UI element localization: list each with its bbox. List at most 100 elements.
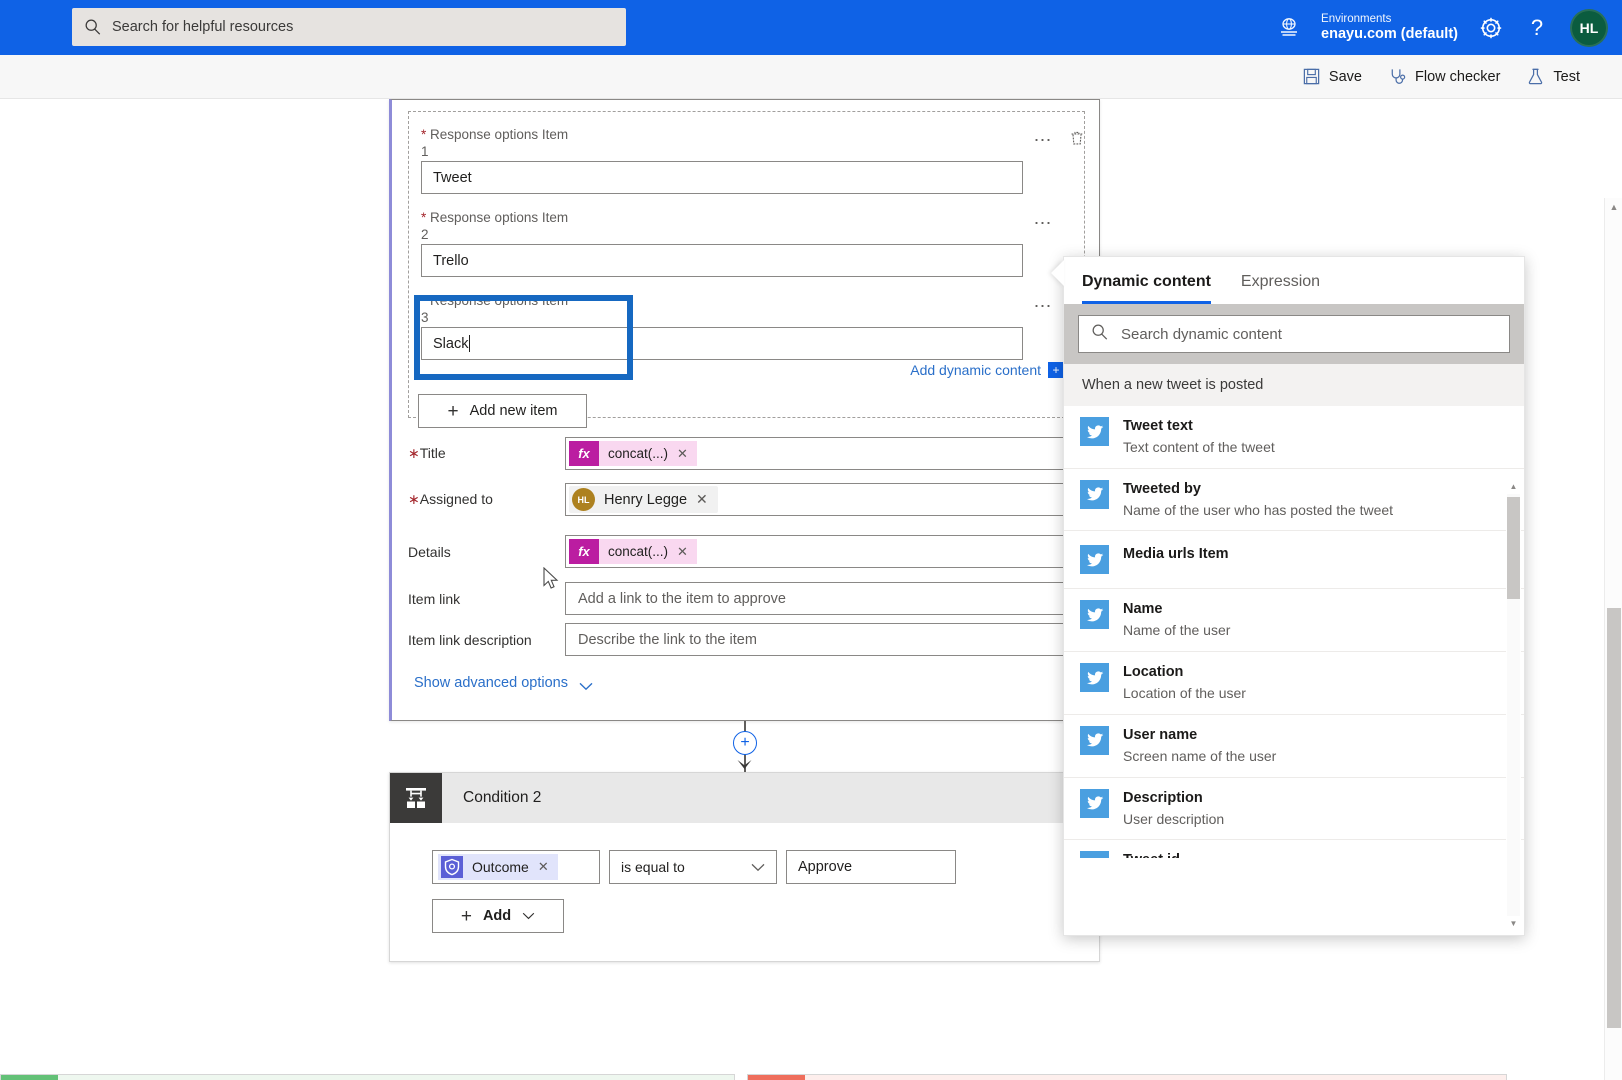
condition-operator-dropdown[interactable]: is equal to: [609, 850, 777, 884]
response-option-value-2: Trello: [433, 252, 469, 269]
list-item-name: Media urls Item: [1123, 546, 1229, 563]
list-item[interactable]: User name Screen name of the user: [1064, 715, 1524, 778]
expression-token-text-details: concat(...): [608, 544, 669, 559]
flow-checker-button[interactable]: Flow checker: [1388, 67, 1500, 86]
scrollbar-thumb[interactable]: [1507, 497, 1520, 599]
field-input-item-link[interactable]: Add a link to the item to approve: [565, 582, 1099, 615]
list-item[interactable]: Tweet text Text content of the tweet: [1064, 406, 1524, 469]
tab-expression[interactable]: Expression: [1241, 273, 1320, 304]
fx-icon: fx: [569, 539, 599, 564]
dynamic-content-search-input[interactable]: Search dynamic content: [1078, 315, 1510, 353]
outcome-token[interactable]: Outcome ✕: [438, 854, 558, 880]
list-item-name: Description: [1123, 789, 1203, 806]
remove-token-icon[interactable]: ✕: [677, 544, 688, 560]
response-option-row-2: * Response options Item 2 Trello ⋯: [421, 209, 1074, 277]
list-item[interactable]: Media urls Item: [1064, 531, 1524, 590]
save-icon: [1303, 68, 1320, 85]
field-input-item-link-description[interactable]: Describe the link to the item: [565, 623, 1099, 656]
branch-if-yes: If yes: [0, 1074, 735, 1080]
scroll-down-icon[interactable]: ▼: [1506, 916, 1521, 931]
check-icon: [1, 1075, 58, 1080]
test-button[interactable]: Test: [1526, 67, 1580, 86]
condition-card-header[interactable]: Condition 2 ⋯: [390, 773, 1099, 823]
save-button[interactable]: Save: [1302, 67, 1362, 86]
twitter-icon: [1080, 600, 1109, 630]
avatar[interactable]: HL: [1570, 8, 1608, 47]
plus-icon: +: [447, 400, 459, 422]
field-row-item-link: Item link Add a link to the item to appr…: [408, 582, 1099, 615]
avatar: HL: [572, 488, 595, 511]
list-item-name: Location: [1123, 664, 1184, 681]
twitter-icon: [1080, 663, 1109, 693]
scroll-up-icon[interactable]: ▲: [1506, 479, 1521, 494]
list-item[interactable]: Location Location of the user: [1064, 652, 1524, 715]
twitter-icon: [1080, 545, 1109, 575]
tab-dynamic-content[interactable]: Dynamic content: [1082, 273, 1211, 304]
remove-token-icon[interactable]: ✕: [696, 491, 708, 508]
remove-token-icon[interactable]: ✕: [538, 859, 549, 875]
show-advanced-options-link[interactable]: Show advanced options: [414, 675, 593, 691]
delete-icon[interactable]: [1068, 129, 1086, 147]
dynamic-content-search-placeholder: Search dynamic content: [1121, 325, 1282, 343]
field-input-details[interactable]: fx concat(...) ✕: [565, 535, 1099, 568]
list-item[interactable]: Description User description: [1064, 778, 1524, 841]
expression-token-title[interactable]: fx concat(...) ✕: [569, 441, 697, 466]
flask-icon: [1529, 68, 1543, 85]
person-token-name: Henry Legge: [604, 491, 688, 508]
chevron-down-icon: [751, 859, 765, 875]
show-advanced-options-label: Show advanced options: [414, 675, 568, 691]
plus-icon: +: [460, 905, 472, 927]
chevron-down-icon: [522, 908, 535, 924]
flow-command-bar: Save Flow checker Test: [0, 55, 1622, 99]
environment-label: Environments: [1321, 12, 1392, 25]
page-scrollbar[interactable]: ▲ ▼: [1604, 198, 1622, 1080]
approval-action-card: * Response options Item 1 Tweet ⋯ * Resp…: [389, 99, 1100, 721]
global-search-box[interactable]: Search for helpful resources: [72, 8, 626, 46]
condition-add-label: Add: [482, 908, 512, 924]
response-option-input-3[interactable]: Slack: [421, 327, 1023, 360]
add-new-item-button[interactable]: + Add new item: [418, 394, 587, 428]
response-option-menu-1[interactable]: ⋯: [1034, 130, 1055, 151]
response-option-input-2[interactable]: Trello: [421, 244, 1023, 277]
outcome-token-label: Outcome: [472, 859, 529, 875]
gear-icon[interactable]: [1478, 15, 1504, 41]
environment-selector[interactable]: Environments enayu.com (default): [1321, 13, 1458, 43]
add-dynamic-content-link[interactable]: Add dynamic content +: [910, 362, 1074, 378]
search-icon: [1091, 323, 1109, 346]
list-item-desc: Location of the user: [1123, 685, 1246, 702]
dynamic-content-search-wrapper: Search dynamic content: [1064, 304, 1524, 364]
response-option-input-1[interactable]: Tweet: [421, 161, 1023, 194]
list-item-desc: Name of the user who has posted the twee…: [1123, 501, 1394, 518]
page-scrollbar-thumb[interactable]: [1607, 608, 1621, 1028]
expression-token-text-title: concat(...): [608, 446, 669, 461]
question-mark-icon[interactable]: ?: [1524, 15, 1550, 41]
list-item[interactable]: Name Name of the user: [1064, 589, 1524, 653]
response-option-number-3: 3: [421, 310, 429, 325]
global-search-placeholder: Search for helpful resources: [112, 19, 294, 35]
list-item-name: User name: [1123, 726, 1198, 743]
test-label: Test: [1553, 68, 1580, 85]
field-input-assigned-to[interactable]: HL Henry Legge ✕: [565, 483, 1099, 516]
condition-value-input[interactable]: Approve: [786, 850, 956, 884]
response-option-row-1: * Response options Item 1 Tweet ⋯: [421, 126, 1083, 194]
dynamic-content-scrollbar[interactable]: ▲ ▼: [1506, 479, 1521, 931]
condition-add-button[interactable]: + Add: [432, 899, 564, 933]
twitter-icon: [1080, 788, 1109, 818]
connector-arrow-icon: [736, 756, 753, 770]
response-option-label-2: * Response options Item 2: [421, 209, 721, 243]
response-option-menu-3[interactable]: ⋯: [1034, 296, 1055, 317]
remove-token-icon[interactable]: ✕: [677, 446, 688, 462]
person-token[interactable]: HL Henry Legge ✕: [569, 486, 718, 513]
insert-step-button[interactable]: +: [733, 731, 757, 755]
condition-left-operand[interactable]: Outcome ✕: [432, 850, 600, 884]
chevron-down-icon: [579, 679, 593, 690]
list-item[interactable]: Tweeted by Name of the user who has post…: [1064, 469, 1524, 532]
field-label-title: Title: [408, 445, 565, 462]
approval-outcome-icon: [441, 856, 463, 878]
expression-token-details[interactable]: fx concat(...) ✕: [569, 539, 697, 564]
list-item[interactable]: Tweet id Id of the tweet: [1064, 840, 1524, 858]
fx-icon: fx: [569, 441, 599, 466]
response-option-menu-2[interactable]: ⋯: [1034, 213, 1055, 234]
field-input-title[interactable]: fx concat(...) ✕: [565, 437, 1099, 470]
scroll-up-icon[interactable]: ▲: [1605, 198, 1622, 216]
